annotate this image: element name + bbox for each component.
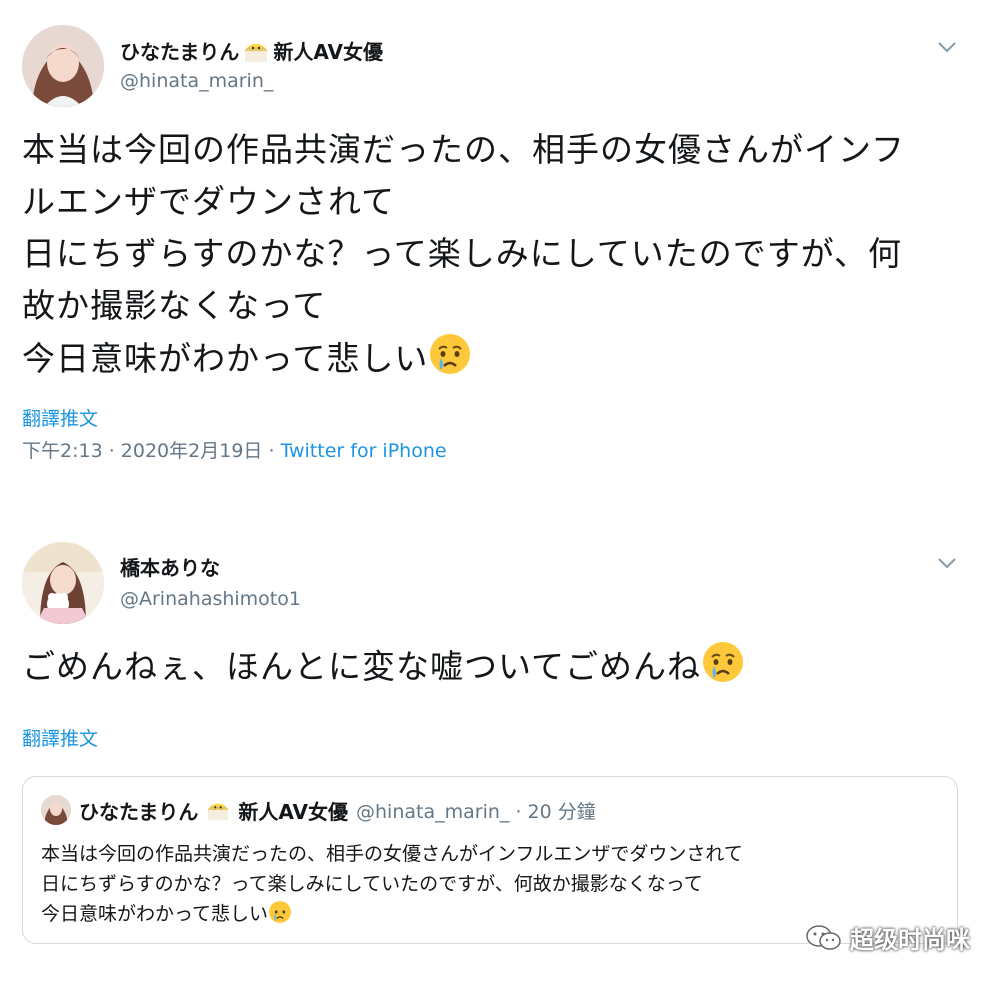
crying-face-icon [268, 900, 292, 933]
quoted-avatar [41, 795, 71, 825]
watermark-text: 超级时尚咪 [850, 926, 970, 954]
quoted-line: 今日意味がわかって悲しい [41, 903, 269, 925]
display-name[interactable]: 橋本ありな [120, 552, 220, 581]
quoted-body: 本当は今回の作品共演だったの、相手の女優さんがインフルエンザでダウンされて 日に… [41, 839, 743, 933]
watermark: 超级时尚咪 [804, 920, 970, 955]
quoted-line: 日にちずらすのかな？って楽しみにしていたのですが、何故か撮影なくなって [41, 873, 703, 895]
tweet-line: ごめんねぇ、ほんとに変な嘘ついてごめんね [22, 647, 702, 686]
chevron-down-icon[interactable] [936, 552, 958, 574]
wechat-icon [804, 923, 844, 953]
crying-face-icon [701, 640, 745, 699]
avatar-arina[interactable] [22, 542, 104, 624]
tweet-arina: 橋本ありな @Arinahashimoto1 ごめんねぇ、ほんとに変な嘘ついてご… [0, 0, 1000, 983]
quoted-line: 本当は今回の作品共演だったの、相手の女優さんがインフルエンザでダウンされて [41, 843, 743, 865]
quoted-line-last: 今日意味がわかって悲しい [41, 899, 743, 933]
quoted-handle-time: @hinata_marin_ · 20 分鐘 [356, 800, 596, 823]
tweet-body: ごめんねぇ、ほんとに変な嘘ついてごめんね [22, 640, 972, 699]
chick-icon [206, 799, 230, 821]
tweet-line-last: ごめんねぇ、ほんとに変な嘘ついてごめんね [22, 640, 972, 699]
quoted-name-suffix: 新人AV女優 [238, 799, 349, 824]
handle[interactable]: @Arinahashimoto1 [120, 588, 301, 610]
translate-tweet-link[interactable]: 翻譯推文 [22, 724, 98, 751]
quoted-tweet-card[interactable]: ひなたまりん 新人AV女優 @hinata_marin_ · 20 分鐘 本当は… [22, 776, 958, 944]
quoted-display-name: ひなたまりん [79, 799, 199, 824]
quoted-header: ひなたまりん 新人AV女優 @hinata_marin_ · 20 分鐘 [41, 795, 596, 825]
